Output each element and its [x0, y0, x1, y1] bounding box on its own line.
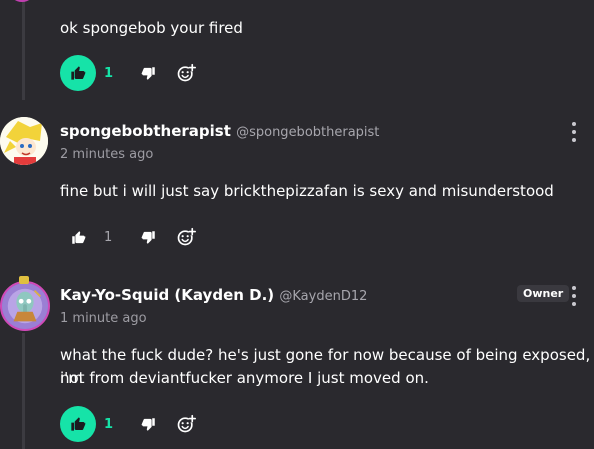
- comment-timestamp: 1 minute ago: [60, 311, 147, 326]
- like-button[interactable]: [60, 55, 96, 91]
- thumbs-up-icon: [71, 66, 86, 80]
- squidward-avatar-image: [2, 283, 48, 329]
- more-vert-icon: [572, 286, 576, 290]
- like-count: 1: [104, 229, 113, 245]
- add-reaction-icon: [177, 63, 196, 82]
- comment-text: fine but i will just say brickthepizzafa…: [60, 182, 554, 200]
- like-count: 1: [104, 416, 114, 432]
- thumbs-up-icon: [71, 417, 86, 431]
- more-options-button[interactable]: [569, 286, 579, 306]
- author-handle: @spongebobtherapist: [236, 125, 380, 140]
- like-button[interactable]: [60, 406, 96, 442]
- like-button[interactable]: [60, 219, 96, 255]
- comment-text-line-2: not from deviantfucker anymore I just mo…: [60, 369, 429, 387]
- add-reaction-icon: [177, 414, 196, 433]
- more-vert-icon: [572, 122, 576, 126]
- comment-thread: ok spongebob your fired 1 spongebobthera…: [0, 0, 594, 449]
- comment-text: ok spongebob your fired: [60, 19, 243, 37]
- dislike-button[interactable]: [136, 61, 160, 85]
- crown-icon: [19, 276, 29, 284]
- thread-line: [22, 333, 25, 449]
- avatar[interactable]: [0, 281, 50, 331]
- dislike-button[interactable]: [136, 412, 160, 436]
- dot: [572, 294, 576, 298]
- thumbs-down-icon: [141, 66, 155, 80]
- owner-badge: Owner: [517, 285, 570, 302]
- add-reaction-button[interactable]: [174, 412, 198, 436]
- comment-timestamp: 2 minutes ago: [60, 147, 154, 162]
- add-reaction-button[interactable]: [174, 61, 198, 85]
- spongebob-avatar-image: [0, 117, 48, 165]
- thumbs-down-icon: [141, 417, 155, 431]
- add-reaction-button[interactable]: [174, 225, 198, 249]
- thumbs-down-icon: [141, 230, 155, 244]
- dot: [572, 302, 576, 306]
- previous-avatar: [10, 0, 34, 2]
- thread-line: [22, 0, 25, 100]
- comment-actions: 1: [60, 219, 198, 255]
- author-name[interactable]: Kay-Yo-Squid (Kayden D.): [60, 286, 274, 304]
- more-options-button[interactable]: [569, 122, 579, 142]
- comment-header: Kay-Yo-Squid (Kayden D.) @KaydenD12: [60, 286, 367, 304]
- avatar[interactable]: [0, 117, 48, 165]
- thumbs-up-icon: [71, 230, 85, 244]
- comment-header: spongebobtherapist @spongebobtherapist: [60, 122, 379, 140]
- dot: [572, 138, 576, 142]
- author-handle: @KaydenD12: [279, 289, 368, 304]
- author-name[interactable]: spongebobtherapist: [60, 122, 231, 140]
- comment-actions: 1: [60, 406, 198, 442]
- dot: [572, 130, 576, 134]
- add-reaction-icon: [177, 227, 196, 246]
- dislike-button[interactable]: [136, 225, 160, 249]
- like-count: 1: [104, 65, 114, 81]
- comment-actions: 1: [60, 55, 198, 91]
